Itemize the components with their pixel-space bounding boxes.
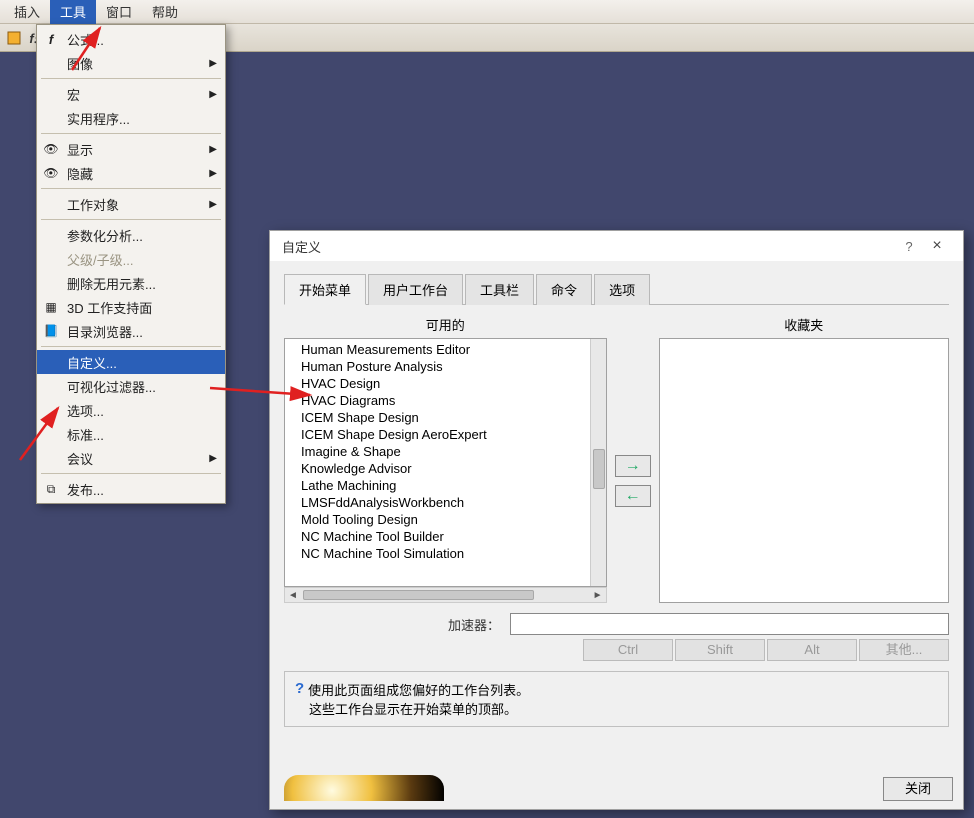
customize-dialog: 自定义 ? × 开始菜单用户工作台工具栏命令选项 可用的 Human Measu… [269, 230, 964, 810]
available-label: 可用的 [284, 313, 607, 338]
list-item[interactable]: LMSFddAnalysisWorkbench [285, 494, 606, 511]
menu-window[interactable]: 窗口 [96, 0, 142, 24]
menu-item[interactable]: 实用程序... [37, 106, 225, 130]
menu-item: 父级/子级... [37, 247, 225, 271]
menu-item[interactable]: 可视化过滤器... [37, 374, 225, 398]
menu-item[interactable]: 参数化分析... [37, 223, 225, 247]
menu-item[interactable]: ▦3D 工作支持面 [37, 295, 225, 319]
close-icon[interactable]: × [923, 237, 951, 255]
list-item[interactable]: Human Measurements Editor [285, 341, 606, 358]
modifier-其他...-button[interactable]: 其他... [859, 639, 949, 661]
chevron-right-icon: ▶ [209, 453, 217, 464]
menu-item[interactable]: 工作对象▶ [37, 192, 225, 216]
dialog-titlebar: 自定义 ? × [270, 231, 963, 261]
menu-item[interactable]: 标准... [37, 422, 225, 446]
book-icon: 📘 [43, 323, 59, 339]
help-text-2: 这些工作台显示在开始菜单的顶部。 [309, 699, 517, 718]
menu-item[interactable]: 👁显示▶ [37, 137, 225, 161]
eye-icon: 👁 [43, 141, 59, 157]
accelerator-input[interactable] [510, 613, 949, 635]
chevron-right-icon: ▶ [209, 199, 217, 210]
close-button[interactable]: 关闭 [883, 777, 953, 801]
help-text-1: 使用此页面组成您偏好的工作台列表。 [308, 680, 529, 699]
modifier-alt-button[interactable]: Alt [767, 639, 857, 661]
menu-item[interactable]: 选项... [37, 398, 225, 422]
vertical-scrollbar[interactable] [590, 339, 606, 586]
list-item[interactable]: Imagine & Shape [285, 443, 606, 460]
menu-item[interactable]: 会议▶ [37, 446, 225, 470]
modifier-shift-button[interactable]: Shift [675, 639, 765, 661]
menu-insert[interactable]: 插入 [4, 0, 50, 24]
menu-item[interactable]: 图像▶ [37, 51, 225, 75]
horizontal-scrollbar[interactable]: ◄► [284, 587, 607, 603]
menu-tools[interactable]: 工具 [50, 0, 96, 24]
toolbar-icon[interactable] [4, 28, 24, 48]
list-item[interactable]: Knowledge Advisor [285, 460, 606, 477]
chevron-right-icon: ▶ [209, 168, 217, 179]
list-item[interactable]: Human Posture Analysis [285, 358, 606, 375]
list-item[interactable]: HVAC Design [285, 375, 606, 392]
move-left-button[interactable]: ← [615, 485, 651, 507]
menu-item[interactable]: 删除无用元素... [37, 271, 225, 295]
list-item[interactable]: Lathe Machining [285, 477, 606, 494]
pub-icon: ⧉ [43, 481, 59, 497]
list-item[interactable]: ICEM Shape Design [285, 409, 606, 426]
decorative-gradient [284, 775, 444, 801]
dialog-title: 自定义 [282, 237, 895, 256]
chevron-right-icon: ▶ [209, 144, 217, 155]
tools-dropdown: f公式...图像▶ 宏▶实用程序... 👁显示▶👁隐藏▶ 工作对象▶ 参数化分析...父… [36, 24, 226, 504]
menu-item[interactable]: 👁隐藏▶ [37, 161, 225, 185]
menu-item[interactable]: 宏▶ [37, 82, 225, 106]
favorites-label: 收藏夹 [659, 313, 949, 338]
chevron-right-icon: ▶ [209, 58, 217, 69]
menu-item[interactable]: f公式... [37, 27, 225, 51]
list-item[interactable]: HVAC Diagrams [285, 392, 606, 409]
menu-help[interactable]: 帮助 [142, 0, 188, 24]
tab-4[interactable]: 选项 [594, 274, 650, 305]
list-item[interactable]: NC Machine Tool Simulation [285, 545, 606, 562]
grid-icon: ▦ [43, 299, 59, 315]
favorites-listbox[interactable] [659, 338, 949, 603]
menubar: 插入 工具 窗口 帮助 [0, 0, 974, 24]
list-item[interactable]: NC Machine Tool Builder [285, 528, 606, 545]
list-item[interactable]: ICEM Shape Design AeroExpert [285, 426, 606, 443]
tab-1[interactable]: 用户工作台 [368, 274, 463, 305]
fx-icon: f [43, 31, 59, 47]
move-right-button[interactable]: → [615, 455, 651, 477]
list-item[interactable]: Mold Tooling Design [285, 511, 606, 528]
question-icon: ? [295, 680, 304, 697]
tab-2[interactable]: 工具栏 [465, 274, 534, 305]
menu-item[interactable]: 📘目录浏览器... [37, 319, 225, 343]
help-panel: ?使用此页面组成您偏好的工作台列表。 这些工作台显示在开始菜单的顶部。 [284, 671, 949, 727]
menu-item[interactable]: 自定义... [37, 350, 225, 374]
modifier-ctrl-button[interactable]: Ctrl [583, 639, 673, 661]
available-listbox[interactable]: Human Measurements EditorHuman Posture A… [284, 338, 607, 587]
tab-0[interactable]: 开始菜单 [284, 274, 366, 305]
menu-item[interactable]: ⧉发布... [37, 477, 225, 501]
chevron-right-icon: ▶ [209, 89, 217, 100]
dialog-tabs: 开始菜单用户工作台工具栏命令选项 [284, 273, 949, 305]
help-button[interactable]: ? [895, 239, 923, 254]
tab-3[interactable]: 命令 [536, 274, 592, 305]
accelerator-label: 加速器： [284, 615, 504, 634]
eye2-icon: 👁 [43, 165, 59, 181]
